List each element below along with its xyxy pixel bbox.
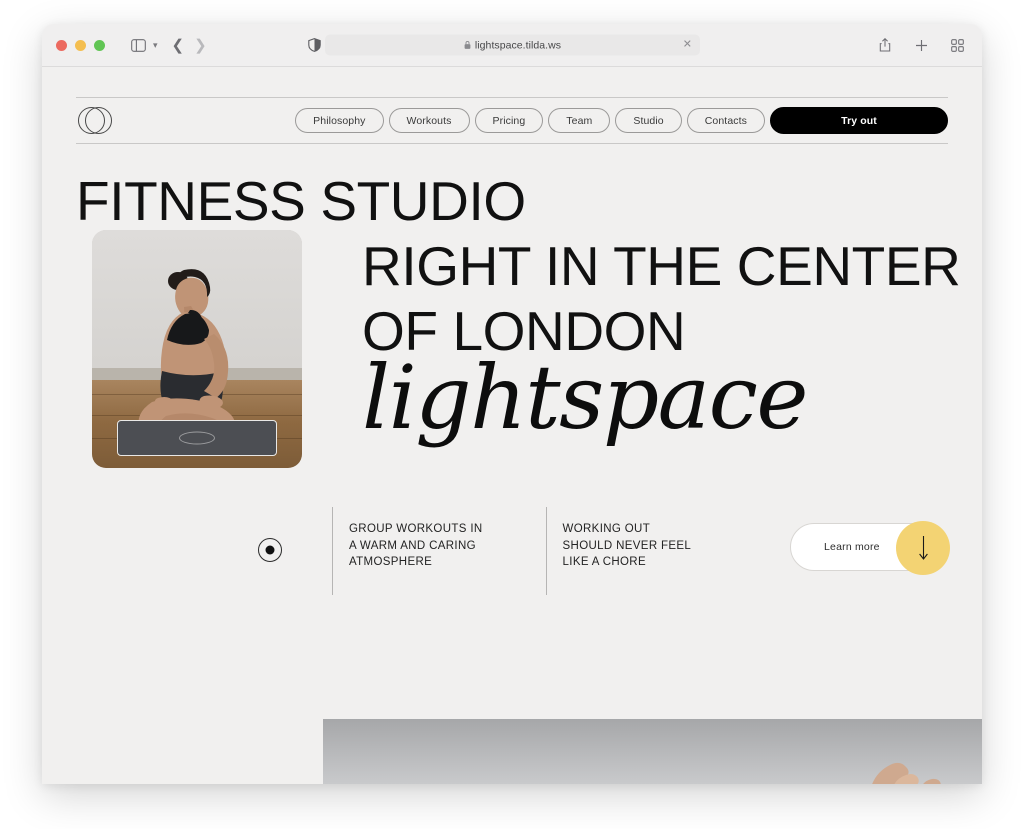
- tab-grid-icon[interactable]: [944, 33, 970, 57]
- nav-item-studio[interactable]: Studio: [615, 108, 682, 133]
- site-navigation: Philosophy Workouts Pricing Team Studio …: [76, 97, 948, 144]
- try-out-button[interactable]: Try out: [770, 107, 948, 134]
- address-content: lightspace.tilda.ws: [464, 39, 561, 51]
- feature-text-1: GROUP WORKOUTS IN A WARM AND CARING ATMO…: [349, 523, 483, 568]
- page-viewport: Philosophy Workouts Pricing Team Studio …: [42, 67, 982, 784]
- scroll-down-circle[interactable]: [896, 521, 950, 575]
- sidebar-icon[interactable]: [125, 33, 151, 57]
- minimize-window-button[interactable]: [75, 39, 86, 51]
- nav-item-pricing[interactable]: Pricing: [474, 108, 544, 133]
- back-button[interactable]: ❮: [172, 38, 185, 53]
- arrow-down-icon: [918, 536, 928, 560]
- yoga-mat: [117, 420, 277, 457]
- learn-more-label: Learn more: [824, 541, 880, 553]
- lower-section-image: [323, 719, 982, 784]
- feature-row: GROUP WORKOUTS IN A WARM AND CARING ATMO…: [258, 507, 691, 595]
- mat-logo: [178, 431, 215, 445]
- hero-photo: [92, 230, 302, 468]
- nav-pill-group: Philosophy Workouts Pricing Team Studio …: [295, 107, 948, 134]
- plus-icon[interactable]: [908, 33, 934, 57]
- headline-lines-2-3: RIGHT IN THE CENTER OF LONDON: [362, 234, 961, 364]
- hero-heading: FITNESS STUDIO RIGHT IN THE CENTER OF LO…: [76, 169, 961, 442]
- window-controls: [56, 39, 105, 51]
- url-text: lightspace.tilda.ws: [474, 39, 562, 51]
- hands-illustration: [872, 762, 941, 784]
- toolbar-actions: [872, 33, 970, 57]
- logo-ring-right: [85, 106, 112, 134]
- feature-item-2: WORKING OUT SHOULD NEVER FEEL LIKE A CHO…: [545, 507, 692, 595]
- chevron-down-icon[interactable]: ▾: [153, 40, 158, 51]
- headline-line-1: FITNESS STUDIO: [76, 170, 526, 232]
- overlapping-circles-logo[interactable]: [78, 106, 112, 135]
- sidebar-controls: ▾: [125, 33, 158, 57]
- nav-item-workouts[interactable]: Workouts: [388, 108, 470, 133]
- learn-more-button[interactable]: Learn more: [790, 521, 950, 575]
- brand-wordmark: lightspace: [362, 346, 808, 449]
- nav-item-contacts[interactable]: Contacts: [686, 108, 765, 133]
- feature-text-2: WORKING OUT SHOULD NEVER FEEL LIKE A CHO…: [562, 523, 692, 568]
- nav-item-team[interactable]: Team: [548, 108, 611, 133]
- feature-item-1: GROUP WORKOUTS IN A WARM AND CARING ATMO…: [332, 507, 483, 595]
- nav-item-philosophy[interactable]: Philosophy: [295, 108, 384, 133]
- address-bar[interactable]: lightspace.tilda.ws ✕: [325, 34, 700, 56]
- browser-toolbar: ▾ ❮ ❯ lightspace.tilda.ws ✕: [42, 24, 982, 67]
- circle-dot-icon: [258, 538, 282, 562]
- headline-line-2: RIGHT IN THE CENTER: [362, 235, 961, 297]
- lock-icon: [464, 41, 471, 49]
- navigation-arrows: ❮ ❯: [172, 38, 207, 53]
- browser-window: ▾ ❮ ❯ lightspace.tilda.ws ✕ Philosophy W…: [42, 24, 982, 784]
- zoom-window-button[interactable]: [94, 39, 105, 51]
- close-icon[interactable]: ✕: [683, 39, 692, 51]
- close-window-button[interactable]: [56, 39, 67, 51]
- share-icon[interactable]: [872, 33, 898, 57]
- reader-mode-icon[interactable]: [301, 33, 327, 57]
- forward-button[interactable]: ❯: [194, 38, 207, 53]
